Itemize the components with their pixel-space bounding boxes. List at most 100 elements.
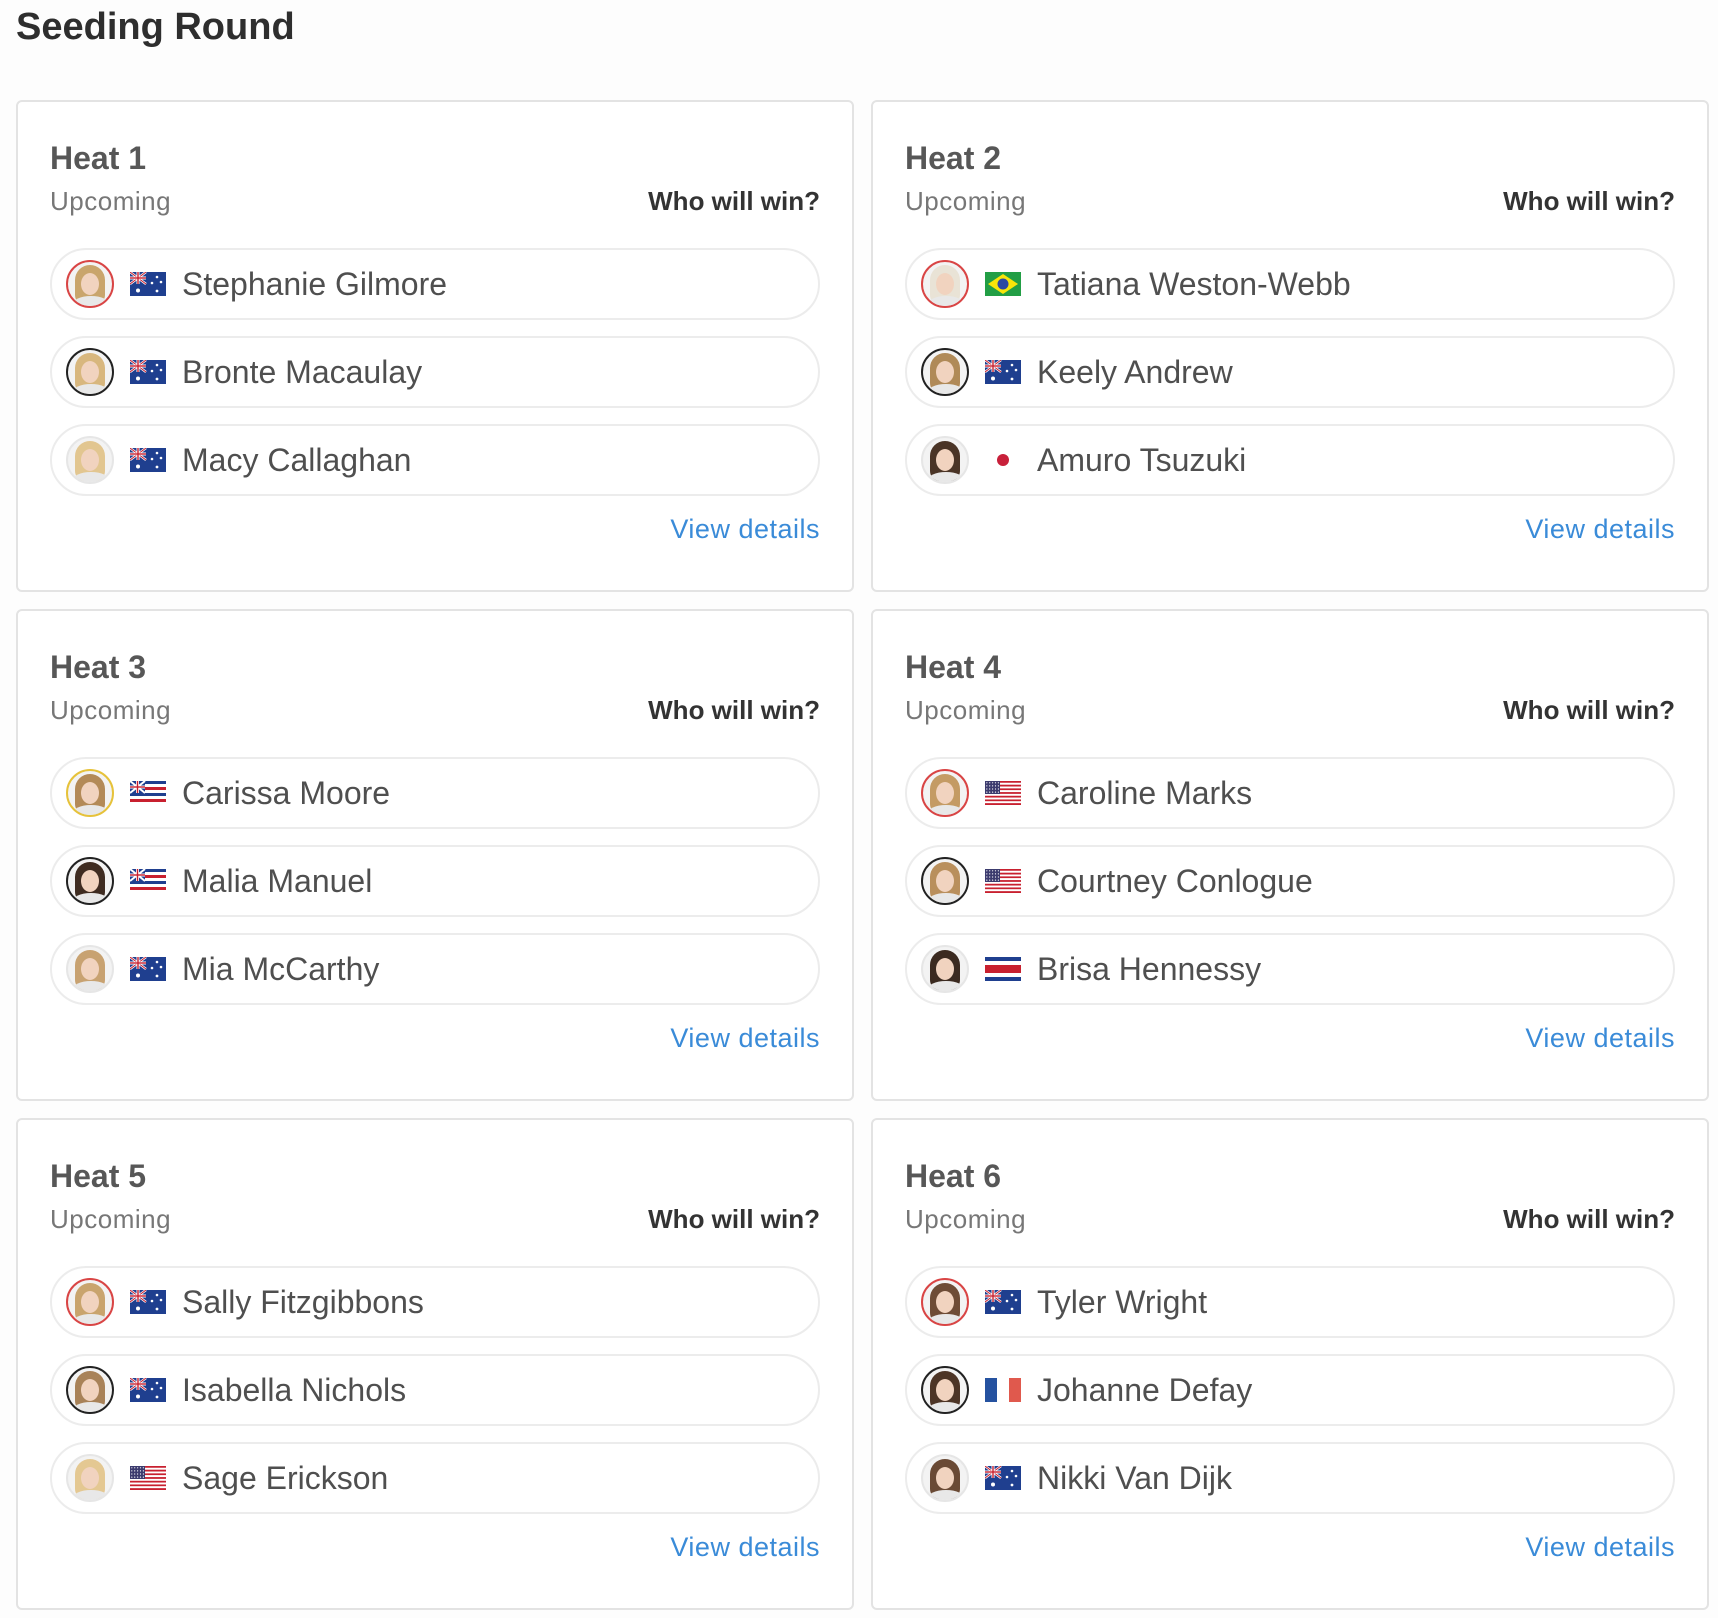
australia-flag-icon <box>130 448 166 472</box>
australia-flag-icon <box>130 272 166 296</box>
surfer-list: Sally Fitzgibbons Isabella Nichols Sage … <box>50 1266 820 1530</box>
surfer-pick-button[interactable]: Johanne Defay <box>905 1354 1675 1426</box>
who-will-win-label: Who will win? <box>648 1204 820 1234</box>
surfer-list: Stephanie Gilmore Bronte Macaulay Macy C… <box>50 248 820 512</box>
surfer-name: Tatiana Weston-Webb <box>1037 265 1351 302</box>
surfer-pick-button[interactable]: Courtney Conlogue <box>905 845 1675 917</box>
surfer-pick-button[interactable]: Caroline Marks <box>905 757 1675 829</box>
surfer-avatar <box>66 436 114 484</box>
heat-status: Upcoming <box>50 695 172 725</box>
surfer-avatar <box>921 857 969 905</box>
heat-title: Heat 4 <box>905 649 1002 685</box>
surfer-name: Carissa Moore <box>182 774 391 811</box>
view-details-link[interactable]: View details <box>670 1023 820 1054</box>
surfer-avatar <box>921 436 969 484</box>
heat-title: Heat 3 <box>50 649 147 685</box>
surfer-avatar <box>66 1278 114 1326</box>
surfer-pick-button[interactable]: Isabella Nichols <box>50 1354 820 1426</box>
brazil-flag-icon <box>985 272 1021 296</box>
surfer-pick-button[interactable]: Bronte Macaulay <box>50 336 820 408</box>
surfer-avatar <box>66 769 114 817</box>
surfer-name: Mia McCarthy <box>182 950 380 987</box>
surfer-name: Johanne Defay <box>1037 1371 1253 1408</box>
surfer-pick-button[interactable]: Keely Andrew <box>905 336 1675 408</box>
surfer-avatar <box>66 348 114 396</box>
surfer-avatar <box>921 260 969 308</box>
surfer-avatar <box>921 769 969 817</box>
surfer-list: Caroline Marks Courtney Conlogue Brisa H… <box>905 757 1675 1021</box>
heat-title: Heat 6 <box>905 1158 1002 1194</box>
view-details-link[interactable]: View details <box>1525 514 1675 545</box>
surfer-name: Malia Manuel <box>182 862 373 899</box>
heat-card: Heat 2 Upcoming Who will win? Tatiana We… <box>871 100 1709 592</box>
hawaii-flag-icon <box>130 781 166 805</box>
surfer-pick-button[interactable]: Nikki Van Dijk <box>905 1442 1675 1514</box>
heat-status: Upcoming <box>905 186 1027 216</box>
surfer-name: Courtney Conlogue <box>1037 862 1313 899</box>
page-title: Seeding Round <box>16 6 295 48</box>
australia-flag-icon <box>130 1378 166 1402</box>
hawaii-flag-icon <box>130 869 166 893</box>
surfer-pick-button[interactable]: Stephanie Gilmore <box>50 248 820 320</box>
surfer-name: Stephanie Gilmore <box>182 265 448 302</box>
who-will-win-label: Who will win? <box>648 186 820 216</box>
surfer-list: Tyler Wright Johanne Defay Nikki Van Dij… <box>905 1266 1675 1530</box>
surfer-list: Carissa Moore Malia Manuel Mia McCarthy <box>50 757 820 1021</box>
heat-title: Heat 5 <box>50 1158 147 1194</box>
surfer-name: Nikki Van Dijk <box>1037 1459 1232 1496</box>
surfer-pick-button[interactable]: Malia Manuel <box>50 845 820 917</box>
surfer-name: Macy Callaghan <box>182 441 412 478</box>
australia-flag-icon <box>130 957 166 981</box>
surfer-avatar <box>66 857 114 905</box>
surfer-avatar <box>921 348 969 396</box>
surfer-pick-button[interactable]: Mia McCarthy <box>50 933 820 1005</box>
surfer-name: Brisa Hennessy <box>1037 950 1262 987</box>
heat-grid: Heat 1 Upcoming Who will win? Stephanie … <box>16 100 1709 1610</box>
who-will-win-label: Who will win? <box>1503 186 1675 216</box>
view-details-link[interactable]: View details <box>1525 1023 1675 1054</box>
costa-rica-flag-icon <box>985 957 1021 981</box>
view-details-link[interactable]: View details <box>670 514 820 545</box>
surfer-pick-button[interactable]: Carissa Moore <box>50 757 820 829</box>
surfer-avatar <box>66 945 114 993</box>
australia-flag-icon <box>985 360 1021 384</box>
who-will-win-label: Who will win? <box>1503 695 1675 725</box>
surfer-pick-button[interactable]: Brisa Hennessy <box>905 933 1675 1005</box>
usa-flag-icon <box>985 781 1021 805</box>
surfer-avatar <box>921 1278 969 1326</box>
surfer-name: Amuro Tsuzuki <box>1037 441 1247 478</box>
surfer-avatar <box>66 1454 114 1502</box>
heat-card: Heat 5 Upcoming Who will win? Sally Fitz… <box>16 1118 854 1610</box>
surfer-name: Sage Erickson <box>182 1459 389 1496</box>
surfer-pick-button[interactable]: Tatiana Weston-Webb <box>905 248 1675 320</box>
usa-flag-icon <box>130 1466 166 1490</box>
heat-status: Upcoming <box>50 1204 172 1234</box>
usa-flag-icon <box>985 869 1021 893</box>
surfer-pick-button[interactable]: Sage Erickson <box>50 1442 820 1514</box>
view-details-link[interactable]: View details <box>1525 1532 1675 1563</box>
heat-title: Heat 2 <box>905 140 1002 176</box>
surfer-name: Bronte Macaulay <box>182 353 423 390</box>
who-will-win-label: Who will win? <box>1503 1204 1675 1234</box>
australia-flag-icon <box>985 1290 1021 1314</box>
surfer-avatar <box>921 1454 969 1502</box>
who-will-win-label: Who will win? <box>648 695 820 725</box>
surfer-avatar <box>921 1366 969 1414</box>
surfer-avatar <box>66 1366 114 1414</box>
heat-status: Upcoming <box>905 1204 1027 1234</box>
surfer-avatar <box>66 260 114 308</box>
heat-card: Heat 4 Upcoming Who will win? Caroline M… <box>871 609 1709 1101</box>
surfer-pick-button[interactable]: Macy Callaghan <box>50 424 820 496</box>
view-details-link[interactable]: View details <box>670 1532 820 1563</box>
heat-card: Heat 3 Upcoming Who will win? Carissa Mo… <box>16 609 854 1101</box>
surfer-pick-button[interactable]: Amuro Tsuzuki <box>905 424 1675 496</box>
australia-flag-icon <box>130 1290 166 1314</box>
australia-flag-icon <box>130 360 166 384</box>
japan-flag-icon <box>985 448 1021 472</box>
surfer-name: Keely Andrew <box>1037 353 1233 390</box>
surfer-pick-button[interactable]: Sally Fitzgibbons <box>50 1266 820 1338</box>
surfer-pick-button[interactable]: Tyler Wright <box>905 1266 1675 1338</box>
australia-flag-icon <box>985 1466 1021 1490</box>
seeding-round-page: Seeding Round Heat 1 Upcoming Who will w… <box>0 0 1718 1618</box>
surfer-name: Isabella Nichols <box>182 1371 407 1408</box>
